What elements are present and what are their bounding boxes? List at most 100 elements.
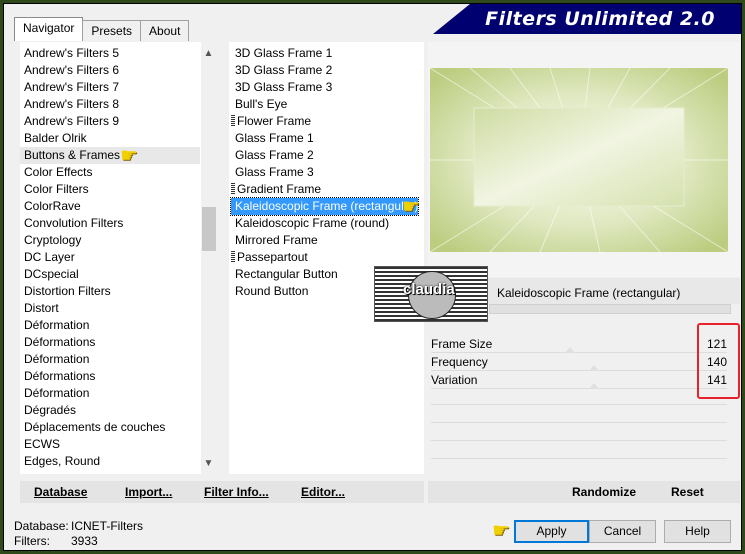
filter-item-label: 3D Glass Frame 1 (235, 46, 333, 60)
filter-info-button[interactable]: Filter Info... (204, 485, 269, 499)
category-item[interactable]: Cryptology (20, 232, 200, 249)
editor-button[interactable]: Editor... (301, 485, 345, 499)
filter-name-label: Kaleidoscopic Frame (rectangular) (497, 286, 681, 300)
preset-marker-icon (231, 115, 235, 126)
param-slider-row[interactable]: Variation 141 (431, 371, 727, 389)
param-slider-row[interactable]: Frame Size 121 (431, 335, 727, 353)
unused-slider-track (431, 440, 727, 441)
scroll-down-icon[interactable]: ▼ (201, 458, 216, 469)
filter-item[interactable]: Glass Frame 2 (231, 147, 418, 164)
filter-item-label: Glass Frame 1 (235, 131, 314, 145)
filter-item[interactable]: Gradient Frame (231, 181, 418, 198)
tab-presets[interactable]: Presets (82, 20, 142, 41)
category-item[interactable]: Buttons & Frames (20, 147, 200, 164)
filter-name-underline (489, 304, 731, 314)
filter-item[interactable]: Kaleidoscopic Frame (round) (231, 215, 418, 232)
preset-marker-icon (231, 183, 235, 194)
preview-area (428, 42, 740, 304)
filter-item[interactable]: Flower Frame (231, 113, 418, 130)
category-item[interactable]: Déformation (20, 385, 200, 402)
filter-item-label: Bull's Eye (235, 97, 288, 111)
cancel-button[interactable]: Cancel (589, 520, 656, 543)
filter-item-label: Kaleidoscopic Frame (round) (235, 216, 390, 230)
database-button[interactable]: Database (34, 485, 87, 499)
filter-item-label: Round Button (235, 284, 309, 298)
pointing-hand-icon: ☛ (492, 520, 510, 542)
category-item[interactable]: Color Filters (20, 181, 200, 198)
category-item[interactable]: Convolution Filters (20, 215, 200, 232)
import-button[interactable]: Import... (125, 485, 172, 499)
filter-item-label: Kaleidoscopic Frame (rectangular) (235, 199, 419, 213)
filter-item[interactable]: Glass Frame 1 (231, 130, 418, 147)
category-item[interactable]: Andrew's Filters 6 (20, 62, 200, 79)
preset-marker-icon (231, 251, 235, 262)
slider-thumb[interactable] (588, 383, 599, 389)
filter-item-label: Gradient Frame (237, 182, 322, 196)
filters-unlimited-window: Filters Unlimited 2.0 Navigator Presets … (3, 3, 742, 551)
filter-item-label: Glass Frame 3 (235, 165, 314, 179)
tab-navigator[interactable]: Navigator (14, 17, 84, 41)
tab-about[interactable]: About (140, 20, 190, 41)
filter-item-label: Rectangular Button (235, 267, 338, 281)
category-list-panel: Andrew's Filters 5 Andrew's Filters 6 Andr… (20, 42, 217, 474)
category-item[interactable]: Dégradés (20, 402, 200, 419)
title-banner: Filters Unlimited 2.0 (433, 4, 741, 34)
category-item[interactable]: ECWS (20, 436, 200, 453)
app-title: Filters Unlimited 2.0 (485, 8, 715, 30)
category-item[interactable]: Color Effects (20, 164, 200, 181)
status-database-value: ICNET-Filters (71, 519, 143, 533)
filter-item-label: Flower Frame (237, 114, 312, 128)
apply-button[interactable]: Apply (514, 520, 589, 543)
category-item[interactable]: Balder Olrik (20, 130, 200, 147)
category-scrollbar[interactable]: ▲ ▼ (201, 42, 217, 474)
filter-item[interactable]: Kaleidoscopic Frame (rectangular) (229, 197, 420, 216)
watermark-text: claudia (403, 281, 455, 298)
category-item[interactable]: Distort (20, 300, 200, 317)
category-item[interactable]: Edges, Round (20, 453, 200, 470)
filter-item-label: Passepartout (237, 250, 308, 264)
category-item[interactable]: Déformations (20, 368, 200, 385)
scrollbar-thumb[interactable] (202, 207, 216, 251)
category-list: Andrew's Filters 5 Andrew's Filters 6 Andr… (20, 45, 200, 470)
filter-item-label: Mirrored Frame (235, 233, 318, 247)
filter-list: 3D Glass Frame 1 3D Glass Frame 2 3D Glass… (229, 45, 420, 300)
unused-slider-track (431, 404, 727, 405)
filter-item[interactable]: Bull's Eye (231, 96, 418, 113)
filter-item-label: 3D Glass Frame 3 (235, 80, 333, 94)
category-item[interactable]: Déformations (20, 334, 200, 351)
category-item[interactable]: Andrew's Filters 8 (20, 96, 200, 113)
param-label: Frame Size (431, 337, 493, 351)
filter-item[interactable]: Mirrored Frame (231, 232, 418, 249)
unused-slider-track (431, 458, 727, 459)
filter-item[interactable]: Glass Frame 3 (231, 164, 418, 181)
tab-bar: Navigator Presets About (14, 17, 190, 41)
pointing-hand-icon: ☛ (402, 196, 420, 218)
category-item[interactable]: Andrew's Filters 5 (20, 45, 200, 62)
category-item[interactable]: Déplacements de couches (20, 419, 200, 436)
category-item[interactable]: Andrew's Filters 7 (20, 79, 200, 96)
reset-button[interactable]: Reset (671, 485, 704, 499)
filter-list-panel: 3D Glass Frame 1 3D Glass Frame 2 3D Glass… (229, 42, 424, 474)
filter-item-label: Glass Frame 2 (235, 148, 314, 162)
status-filters-label: Filters: (14, 534, 50, 548)
param-label: Frequency (431, 355, 488, 369)
category-item[interactable]: Distortion Filters (20, 283, 200, 300)
param-label: Variation (431, 373, 478, 387)
filter-item[interactable]: Passepartout (231, 249, 418, 266)
preview-image (430, 68, 728, 252)
pointing-hand-icon: ☛ (120, 145, 138, 167)
category-item[interactable]: DC Layer (20, 249, 200, 266)
scroll-up-icon[interactable]: ▲ (201, 48, 216, 59)
category-item[interactable]: ColorRave (20, 198, 200, 215)
filter-item[interactable]: 3D Glass Frame 2 (231, 62, 418, 79)
filter-item[interactable]: 3D Glass Frame 1 (231, 45, 418, 62)
filter-item[interactable]: 3D Glass Frame 3 (231, 79, 418, 96)
slider-track[interactable] (431, 388, 727, 389)
category-item[interactable]: Andrew's Filters 9 (20, 113, 200, 130)
param-slider-row[interactable]: Frequency 140 (431, 353, 727, 371)
category-item[interactable]: DCspecial (20, 266, 200, 283)
category-item[interactable]: Déformation (20, 351, 200, 368)
randomize-button[interactable]: Randomize (572, 485, 636, 499)
category-item[interactable]: Déformation (20, 317, 200, 334)
help-button[interactable]: Help (664, 520, 731, 543)
